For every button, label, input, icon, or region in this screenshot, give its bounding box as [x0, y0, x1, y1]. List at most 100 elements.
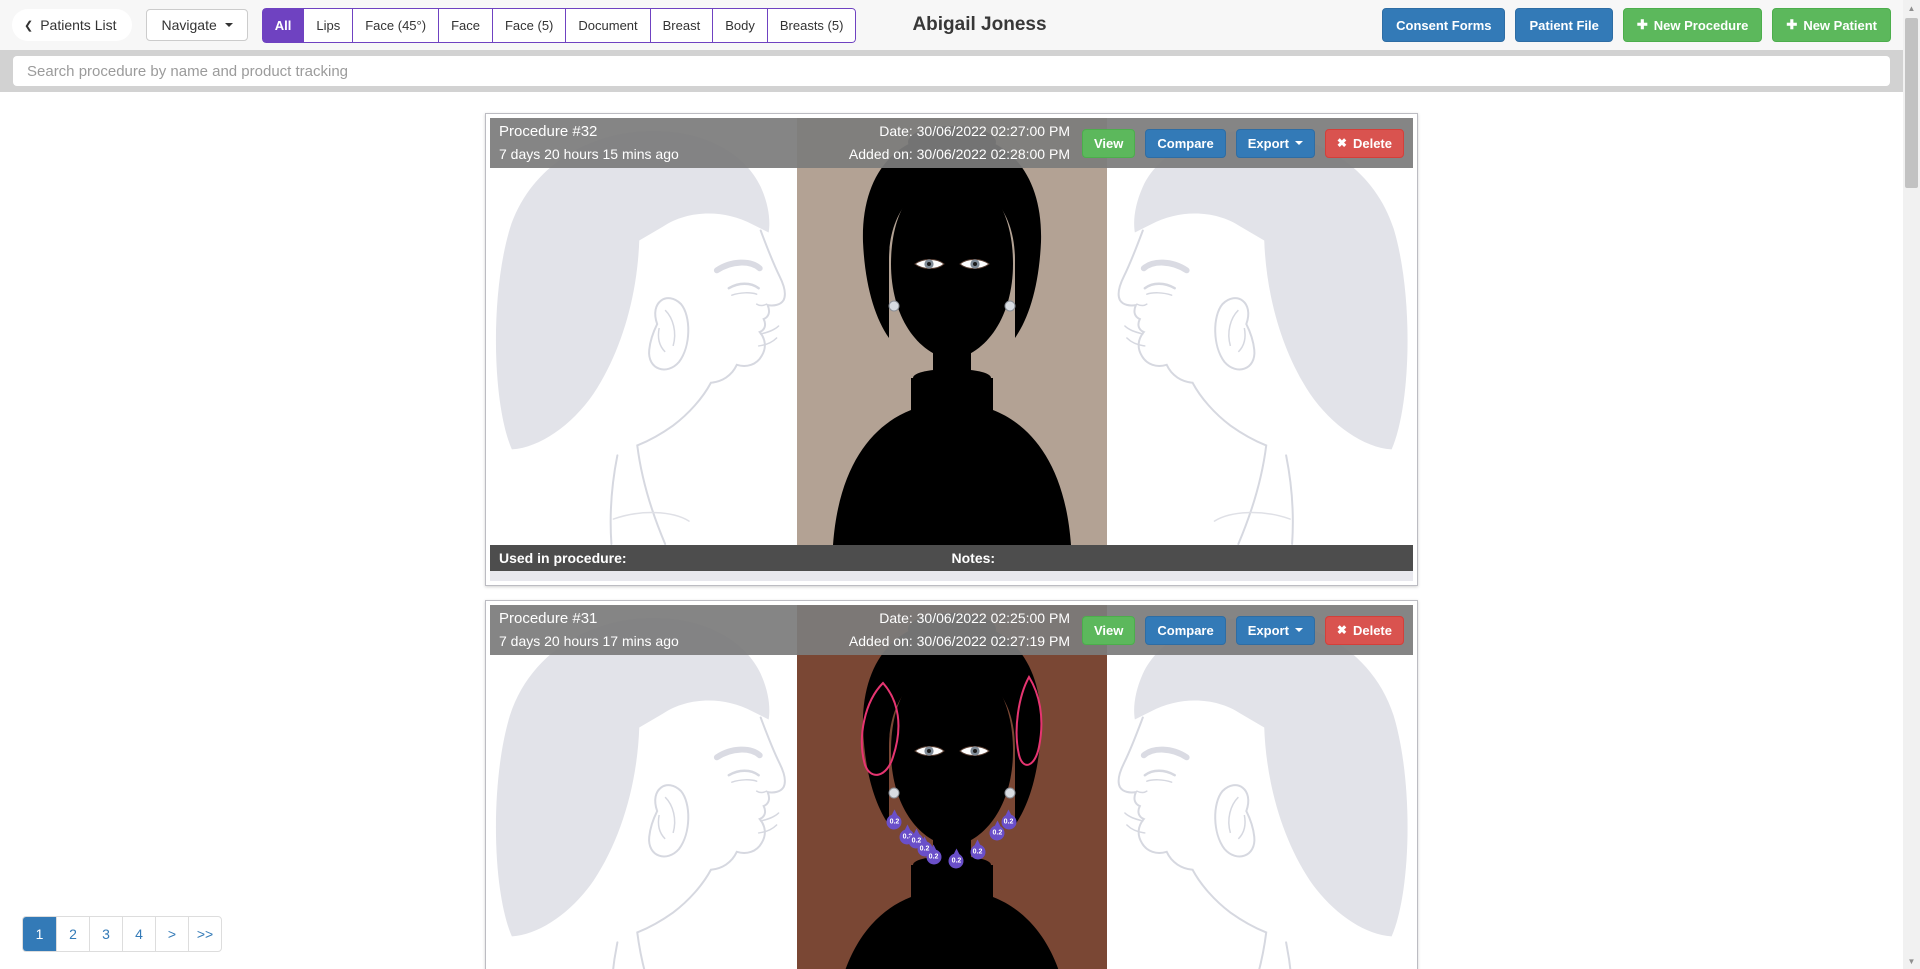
search-bar-strip [0, 50, 1903, 92]
tab-breast[interactable]: Breast [651, 8, 714, 43]
patient-file-button[interactable]: Patient File [1515, 8, 1612, 42]
view-label: View [1094, 623, 1123, 638]
added-on-label: Added on: [849, 146, 913, 162]
card-footer-strip [490, 571, 1413, 581]
notes-label: Notes: [952, 550, 996, 566]
view-button[interactable]: View [1082, 129, 1135, 158]
procedure-dates: Date: 30/06/2022 02:27:00 PM Added on: 3… [849, 120, 1070, 166]
added-on-value: 30/06/2022 02:27:19 PM [917, 633, 1070, 649]
date-value: 30/06/2022 02:27:00 PM [917, 123, 1070, 139]
silhouette-left-panel [490, 118, 797, 545]
injection-marker-layer: 0.20.20.20.20.20.20.20.20.2 [797, 605, 1107, 969]
tab-face-45[interactable]: Face (45°) [353, 8, 439, 43]
procedure-32-header: Procedure #32 7 days 20 hours 15 mins ag… [490, 118, 1413, 168]
page-3[interactable]: 3 [89, 917, 122, 951]
used-in-procedure-label: Used in procedure: [490, 550, 627, 566]
added-on-value: 30/06/2022 02:28:00 PM [917, 146, 1070, 162]
procedure-actions: View Compare Export ✖ Delete [1082, 616, 1413, 645]
navigate-label: Navigate [161, 17, 216, 33]
tab-lips[interactable]: Lips [304, 8, 353, 43]
delete-label: Delete [1353, 623, 1392, 638]
delete-button[interactable]: ✖ Delete [1325, 129, 1404, 158]
scrollbar-thumb[interactable] [1905, 18, 1918, 188]
compare-label: Compare [1157, 623, 1213, 638]
front-photo-panel: .v1 .hair{fill:#2e1f16}.v1 .skin{fill:#e… [797, 118, 1107, 545]
silhouette-right-panel [1107, 605, 1414, 969]
compare-label: Compare [1157, 136, 1213, 151]
date-label: Date: [879, 123, 912, 139]
scroll-down-arrow-icon[interactable]: ▼ [1903, 953, 1920, 969]
export-dropdown-button[interactable]: Export [1236, 616, 1315, 645]
page-2[interactable]: 2 [56, 917, 89, 951]
consent-forms-button[interactable]: Consent Forms [1382, 8, 1505, 42]
back-to-patients-link[interactable]: ❮ Patients List [12, 9, 132, 41]
injection-marker: 0.2 [1001, 814, 1016, 829]
injection-marker: 0.2 [887, 814, 902, 829]
procedure-dates: Date: 30/06/2022 02:25:00 PM Added on: 3… [849, 607, 1070, 653]
procedure-31-image-area: Procedure #31 7 days 20 hours 17 mins ag… [490, 605, 1413, 969]
filter-tab-group: All Lips Face (45°) Face Face (5) Docume… [262, 8, 857, 43]
procedure-31-header: Procedure #31 7 days 20 hours 17 mins ag… [490, 605, 1413, 655]
silhouette-right-panel [1107, 118, 1414, 545]
injection-marker: 0.2 [926, 849, 941, 864]
plus-icon: ✚ [1637, 17, 1648, 33]
pagination: 1 2 3 4 > >> [22, 916, 222, 952]
export-label: Export [1248, 623, 1289, 638]
silhouette-left-panel [490, 605, 797, 969]
procedure-info: Procedure #32 7 days 20 hours 15 mins ag… [490, 120, 679, 166]
tab-face[interactable]: Face [439, 8, 493, 43]
compare-button[interactable]: Compare [1145, 616, 1225, 645]
patient-name: Abigail Joness [912, 14, 1046, 36]
date-label: Date: [879, 610, 912, 626]
tab-breasts-5[interactable]: Breasts (5) [768, 8, 857, 43]
tab-all[interactable]: All [262, 8, 305, 43]
x-icon: ✖ [1337, 623, 1347, 637]
procedure-title: Procedure #31 [499, 607, 679, 630]
tab-body[interactable]: Body [713, 8, 768, 43]
navigate-dropdown-button[interactable]: Navigate [146, 9, 247, 41]
procedure-notes-bar: Used in procedure: Notes: [490, 545, 1413, 571]
procedure-age: 7 days 20 hours 15 mins ago [499, 143, 679, 166]
search-input[interactable] [13, 56, 1890, 86]
vertical-scrollbar: ▲ ▼ [1903, 0, 1920, 969]
injection-marker: 0.2 [949, 853, 964, 868]
new-procedure-label: New Procedure [1654, 18, 1749, 33]
delete-label: Delete [1353, 136, 1392, 151]
profile-silhouette-left-facing [1107, 118, 1414, 545]
export-dropdown-button[interactable]: Export [1236, 129, 1315, 158]
patient-file-label: Patient File [1529, 18, 1598, 33]
export-label: Export [1248, 136, 1289, 151]
date-value: 30/06/2022 02:25:00 PM [917, 610, 1070, 626]
procedure-card-32: Procedure #32 7 days 20 hours 15 mins ag… [485, 113, 1418, 586]
front-photo-panel-annotated: .v2 .hair{fill:#24150f}.v2 .skin{fill:#e… [797, 605, 1107, 969]
procedure-title: Procedure #32 [499, 120, 679, 143]
page-next[interactable]: > [155, 917, 188, 951]
delete-button[interactable]: ✖ Delete [1325, 616, 1404, 645]
view-button[interactable]: View [1082, 616, 1135, 645]
new-procedure-button[interactable]: ✚ New Procedure [1623, 8, 1763, 42]
new-patient-button[interactable]: ✚ New Patient [1772, 8, 1891, 42]
profile-silhouette-right-facing [490, 605, 797, 969]
procedure-card-31: Procedure #31 7 days 20 hours 17 mins ag… [485, 600, 1418, 969]
compare-button[interactable]: Compare [1145, 129, 1225, 158]
caret-down-icon [225, 23, 233, 27]
injection-marker: 0.2 [990, 826, 1005, 841]
patient-front-photo: .v1 .hair{fill:#2e1f16}.v1 .skin{fill:#e… [797, 118, 1107, 545]
profile-silhouette-right-facing [490, 118, 797, 545]
page-4[interactable]: 4 [122, 917, 155, 951]
x-icon: ✖ [1337, 136, 1347, 150]
plus-icon: ✚ [1786, 17, 1797, 33]
caret-down-icon [1295, 628, 1303, 632]
back-link-label: Patients List [40, 17, 116, 33]
consent-forms-label: Consent Forms [1396, 18, 1491, 33]
page-1[interactable]: 1 [23, 917, 56, 951]
scroll-up-arrow-icon[interactable]: ▲ [1903, 0, 1920, 16]
navbar-actions: Consent Forms Patient File ✚ New Procedu… [1382, 8, 1891, 42]
tab-face-5[interactable]: Face (5) [493, 8, 566, 43]
profile-silhouette-left-facing [1107, 605, 1414, 969]
tab-document[interactable]: Document [566, 8, 650, 43]
procedure-info: Procedure #31 7 days 20 hours 17 mins ag… [490, 607, 679, 653]
procedure-age: 7 days 20 hours 17 mins ago [499, 630, 679, 653]
added-on-label: Added on: [849, 633, 913, 649]
page-last[interactable]: >> [188, 917, 221, 951]
